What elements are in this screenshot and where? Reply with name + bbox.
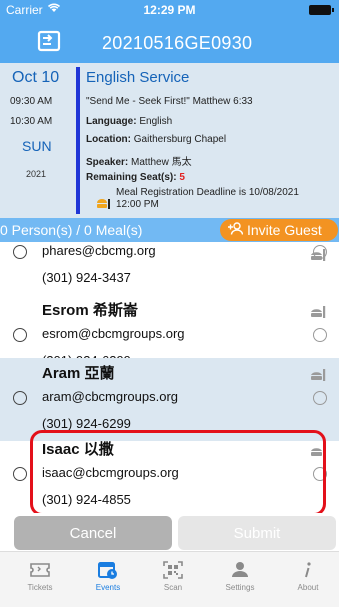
event-info-panel: Oct 10 09:30 AM 10:30 AM SUN 2021 Englis… [0, 63, 339, 218]
guest-name: Aram 亞蘭 [42, 365, 115, 382]
tab-events[interactable]: Events [78, 560, 138, 592]
status-bar: Carrier 12:29 PM [0, 0, 339, 20]
tab-label: Settings [225, 583, 255, 592]
clock: 12:29 PM [143, 3, 196, 17]
event-end-time: 10:30 AM [10, 116, 53, 127]
registration-summary: 0 Person(s) / 0 Meal(s) Invite Guest [0, 218, 339, 242]
guest-email: aram@cbcmgroups.org [42, 389, 179, 404]
event-start-time: 09:30 AM [10, 96, 53, 107]
seats-label: Remaining Seat(s): [86, 172, 177, 183]
invite-guest-button[interactable]: Invite Guest [220, 219, 338, 241]
attend-radio[interactable] [13, 391, 27, 405]
location-value: Gaithersburg Chapel [133, 134, 227, 145]
guest-phone: (301) 924-3437 [42, 270, 131, 285]
location-label: Location: [86, 134, 131, 145]
seats-value: 5 [179, 172, 185, 183]
event-date-column: Oct 10 09:30 AM 10:30 AM SUN 2021 [0, 63, 72, 218]
meal-icon [311, 369, 326, 381]
guest-email: phares@cbcmg.org [42, 243, 156, 258]
event-year: 2021 [26, 169, 47, 179]
app-header: Carrier 12:29 PM 20210516GE0930 [0, 0, 339, 63]
meal-icon [311, 249, 326, 261]
speaker-value: Matthew 馬太 [131, 157, 192, 168]
meal-icon [311, 306, 326, 318]
event-speaker: Speaker: Matthew 馬太 [86, 153, 192, 168]
event-date: Oct 10 [12, 69, 60, 86]
guest-item[interactable]: Aram 亞蘭 aram@cbcmgroups.org (301) 924-62… [0, 358, 339, 441]
tab-settings[interactable]: Settings [210, 560, 270, 592]
language-value: English [139, 116, 173, 127]
event-verse: "Send Me - Seek First!" Matthew 6:33 [86, 96, 253, 107]
sign-in-icon[interactable] [37, 30, 61, 52]
tab-label: Tickets [27, 583, 53, 592]
attend-radio[interactable] [13, 467, 27, 481]
battery-icon [309, 5, 334, 15]
guest-email: esrom@cbcmgroups.org [42, 326, 185, 341]
qr-code-icon [163, 561, 183, 579]
meal-icon [97, 199, 110, 209]
tab-bar: Tickets Events Scan Settings About [0, 551, 339, 607]
tab-label: About [297, 583, 319, 592]
remaining-seats: Remaining Seat(s): 5 [86, 172, 185, 183]
guest-item[interactable]: phares@cbcmg.org (301) 924-3437 [0, 238, 339, 295]
meal-radio[interactable] [313, 328, 327, 342]
event-weekday: SUN [22, 138, 52, 154]
selection-highlight [30, 430, 326, 516]
summary-text: 0 Person(s) / 0 Meal(s) [0, 222, 143, 238]
tab-about[interactable]: About [278, 560, 338, 592]
page-title: 20210516GE0930 [102, 33, 253, 53]
ticket-icon [30, 563, 50, 577]
meal-deadline: Meal Registration Deadline is 10/08/2021… [116, 187, 299, 211]
event-title: English Service [86, 69, 190, 86]
speaker-label: Speaker: [86, 157, 129, 168]
language-label: Language: [86, 116, 137, 127]
person-icon [232, 562, 248, 577]
tab-label: Events [95, 583, 121, 592]
event-location: Location: Gaithersburg Chapel [86, 134, 226, 145]
divider [76, 67, 80, 214]
guest-phone: (301) 924-6299 [42, 416, 131, 431]
meal-deadline-text: Meal Registration Deadline is 10/08/2021 [116, 187, 299, 198]
meal-deadline-time: 12:00 PM [116, 199, 159, 210]
submit-button[interactable]: Submit [178, 516, 336, 550]
tab-label: Scan [163, 583, 183, 592]
invite-guest-label: Invite Guest [247, 222, 322, 238]
attend-radio[interactable] [13, 245, 27, 259]
add-person-icon [228, 222, 244, 238]
event-language: Language: English [86, 116, 172, 127]
tab-tickets[interactable]: Tickets [10, 560, 70, 592]
tab-scan[interactable]: Scan [143, 560, 203, 592]
info-icon [305, 562, 311, 578]
cancel-button[interactable]: Cancel [14, 516, 172, 550]
action-bar: Cancel Submit [0, 513, 339, 551]
guest-name: Esrom 希斯崙 [42, 302, 138, 319]
meal-radio[interactable] [313, 391, 327, 405]
attend-radio[interactable] [13, 328, 27, 342]
calendar-clock-icon [98, 562, 117, 579]
